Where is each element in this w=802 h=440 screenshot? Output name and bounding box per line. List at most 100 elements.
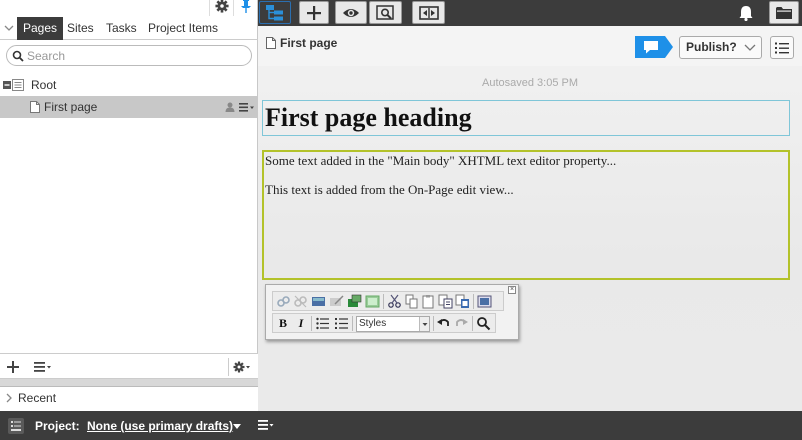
eye-icon <box>343 8 359 17</box>
chevron-down-icon[interactable] <box>3 22 15 34</box>
styles-select[interactable]: Styles <box>356 316 430 332</box>
tab-pages[interactable]: Pages <box>17 17 64 40</box>
image-icon[interactable] <box>311 294 326 309</box>
page-header: First page Publish? <box>258 26 802 66</box>
pin-icon <box>240 0 251 13</box>
publish-button[interactable]: Publish? <box>679 36 762 59</box>
project-toggle-button[interactable] <box>8 418 24 434</box>
preview-icon <box>375 4 394 20</box>
numbered-list-icon[interactable] <box>334 316 349 331</box>
recent-section[interactable]: Recent <box>0 386 258 411</box>
rich-text-toolbar: × B I Styles <box>265 284 519 340</box>
chevron-right-icon <box>6 393 12 403</box>
project-label: Project: <box>35 419 80 433</box>
collapse-icon[interactable] <box>3 81 11 89</box>
toolbar-row-1 <box>272 291 504 311</box>
autosave-status: Autosaved 3:05 PM <box>481 77 578 89</box>
context-menu-icon[interactable] <box>239 103 255 112</box>
paste-text-icon[interactable] <box>438 294 453 309</box>
main-body-editor[interactable]: Some text added in the "Main body" XHTML… <box>262 150 790 280</box>
page-tree-toggle-icon <box>266 4 283 20</box>
publish-label: Publish? <box>686 40 737 54</box>
search-box <box>6 45 252 66</box>
navigation-pane: Pages Sites Tasks Project Items Root Fir… <box>0 0 258 411</box>
gear-icon <box>233 361 250 373</box>
page-heading: First page heading <box>265 103 472 132</box>
page-tree-toggle-button[interactable] <box>259 1 291 24</box>
compare-button[interactable] <box>412 1 445 24</box>
tab-tasks[interactable]: Tasks <box>106 17 137 40</box>
view-settings-button[interactable] <box>369 1 402 24</box>
body-paragraph: This text is added from the On-Page edit… <box>265 182 514 197</box>
separator <box>311 316 312 331</box>
page-list-button[interactable] <box>770 36 794 59</box>
assets-pane-button[interactable] <box>769 1 799 24</box>
search-icon <box>12 50 24 62</box>
separator <box>383 294 384 309</box>
editing-area: First page Publish? Autosaved 3:05 PM Fi <box>258 26 802 411</box>
page-icon <box>30 101 40 113</box>
global-toolbar <box>258 0 802 26</box>
fullscreen-icon[interactable] <box>477 294 492 309</box>
splitter[interactable] <box>0 379 258 386</box>
copy-icon[interactable] <box>404 294 419 309</box>
navigation-pane-header <box>0 0 258 16</box>
notifications-button[interactable] <box>736 1 756 24</box>
comment-button[interactable] <box>635 36 673 58</box>
link-icon[interactable] <box>276 294 291 309</box>
separator <box>433 316 434 331</box>
bold-button[interactable]: B <box>275 316 291 331</box>
cut-icon[interactable] <box>387 294 402 309</box>
undo-icon[interactable] <box>436 316 451 331</box>
project-icon <box>11 421 21 431</box>
gear-icon <box>214 0 229 13</box>
add-content-button[interactable] <box>299 1 329 24</box>
site-root-icon <box>12 79 24 91</box>
preview-button[interactable] <box>335 1 367 24</box>
redo-icon[interactable] <box>454 316 469 331</box>
close-button[interactable]: × <box>508 286 516 294</box>
heading-property[interactable]: First page heading <box>262 100 790 136</box>
italic-button[interactable]: I <box>293 316 309 331</box>
project-menu-icon[interactable] <box>258 420 274 430</box>
chevron-down-icon <box>744 44 756 51</box>
tree-item-label: Root <box>31 78 57 92</box>
chevron-down-icon <box>422 323 428 326</box>
bullet-list-icon[interactable] <box>315 316 330 331</box>
tab-project-items[interactable]: Project Items <box>148 17 218 40</box>
tree-item-first-page[interactable]: First page <box>0 96 258 118</box>
bell-icon <box>739 5 753 21</box>
navigation-pane-toolbar <box>0 353 258 379</box>
options-button[interactable] <box>228 358 254 376</box>
tree-item-root[interactable]: Root <box>0 74 258 96</box>
tab-sites[interactable]: Sites <box>67 17 94 40</box>
search-input[interactable] <box>27 47 247 64</box>
page-title: First page <box>280 36 338 50</box>
project-bar: Project: None (use primary drafts) <box>0 411 802 440</box>
insert-media-icon[interactable] <box>347 294 362 309</box>
insert-block-icon[interactable] <box>365 294 380 309</box>
body-paragraph: Some text added in the "Main body" XHTML… <box>265 153 617 168</box>
menu-button[interactable] <box>32 358 54 376</box>
recent-label: Recent <box>18 391 57 405</box>
comment-icon <box>635 36 673 58</box>
list-icon <box>775 42 789 53</box>
navigation-tabs: Pages Sites Tasks Project Items <box>0 17 258 40</box>
pin-button[interactable] <box>233 0 257 16</box>
add-button[interactable] <box>4 358 22 376</box>
edit-image-icon[interactable] <box>329 294 344 309</box>
menu-icon <box>34 362 51 372</box>
separator <box>472 316 473 331</box>
unlink-icon[interactable] <box>293 294 308 309</box>
tree-item-label: First page <box>44 100 98 114</box>
paste-icon[interactable] <box>421 294 436 309</box>
chevron-down-icon[interactable] <box>233 424 241 429</box>
folder-icon <box>776 7 792 19</box>
paste-word-icon[interactable] <box>455 294 470 309</box>
find-icon[interactable] <box>476 316 491 331</box>
settings-button[interactable] <box>209 0 233 16</box>
toolbar-row-2: B I Styles <box>272 313 496 333</box>
dropdown-arrow[interactable] <box>419 317 429 331</box>
plus-icon <box>7 361 19 373</box>
project-selector[interactable]: None (use primary drafts) <box>87 419 233 433</box>
